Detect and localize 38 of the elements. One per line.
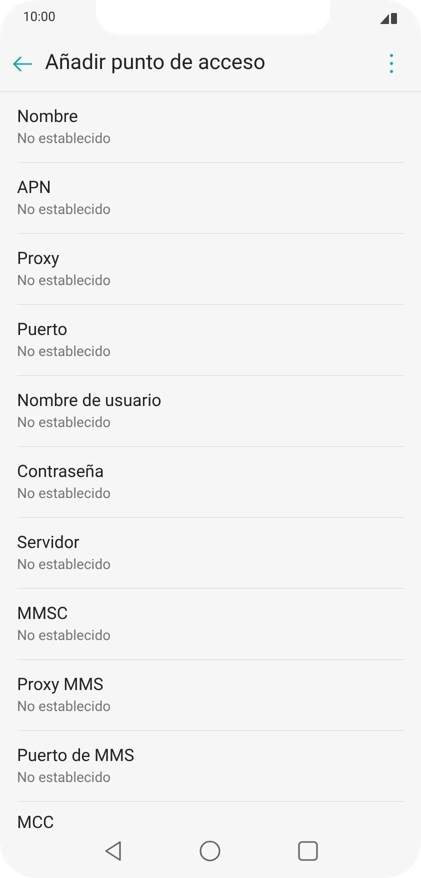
recents-nav-icon[interactable] [296,840,318,862]
setting-title: Nombre [17,106,79,128]
setting-summary: No establecido [17,769,112,787]
home-nav-icon[interactable] [198,840,220,862]
setting-title: Proxy [17,248,60,270]
settings-item[interactable]: MCC [17,802,404,830]
settings-item[interactable]: MMSC No establecido [17,589,404,660]
setting-summary: No establecido [17,272,112,290]
settings-item[interactable]: APN No establecido [17,163,404,234]
settings-item[interactable]: Nombre de usuario No establecido [17,376,404,447]
settings-item[interactable]: Puerto No establecido [17,305,404,376]
signal-battery-icon [380,12,398,24]
setting-summary: No establecido [17,556,112,574]
settings-item[interactable]: Servidor No establecido [17,518,404,589]
back-nav-icon[interactable] [102,840,122,862]
setting-summary: No establecido [17,627,112,645]
setting-title: Nombre de usuario [17,390,162,412]
settings-item[interactable]: Proxy No establecido [17,234,404,305]
setting-title: MMSC [17,603,69,625]
settings-item[interactable]: Proxy MMS No establecido [17,660,404,731]
setting-summary: No establecido [17,343,112,361]
setting-title: Proxy MMS [17,674,104,696]
setting-summary: No establecido [17,130,112,148]
setting-summary: No establecido [17,485,112,503]
setting-title: APN [17,177,52,199]
setting-title: Puerto [17,319,68,341]
setting-title: Contraseña [17,461,105,483]
setting-summary: No establecido [17,698,112,716]
settings-item[interactable]: Contraseña No establecido [17,447,404,518]
status-time: 10:00 [23,9,56,28]
setting-summary: No establecido [17,201,112,219]
page-title: Añadir punto de acceso [45,50,266,77]
settings-item[interactable]: Nombre No establecido [17,92,404,163]
setting-title: Puerto de MMS [17,745,136,767]
setting-summary: No establecido [17,414,112,432]
setting-title: Servidor [17,532,80,554]
setting-title: MCC [17,812,55,830]
settings-item[interactable]: Puerto de MMS No establecido [17,731,404,802]
